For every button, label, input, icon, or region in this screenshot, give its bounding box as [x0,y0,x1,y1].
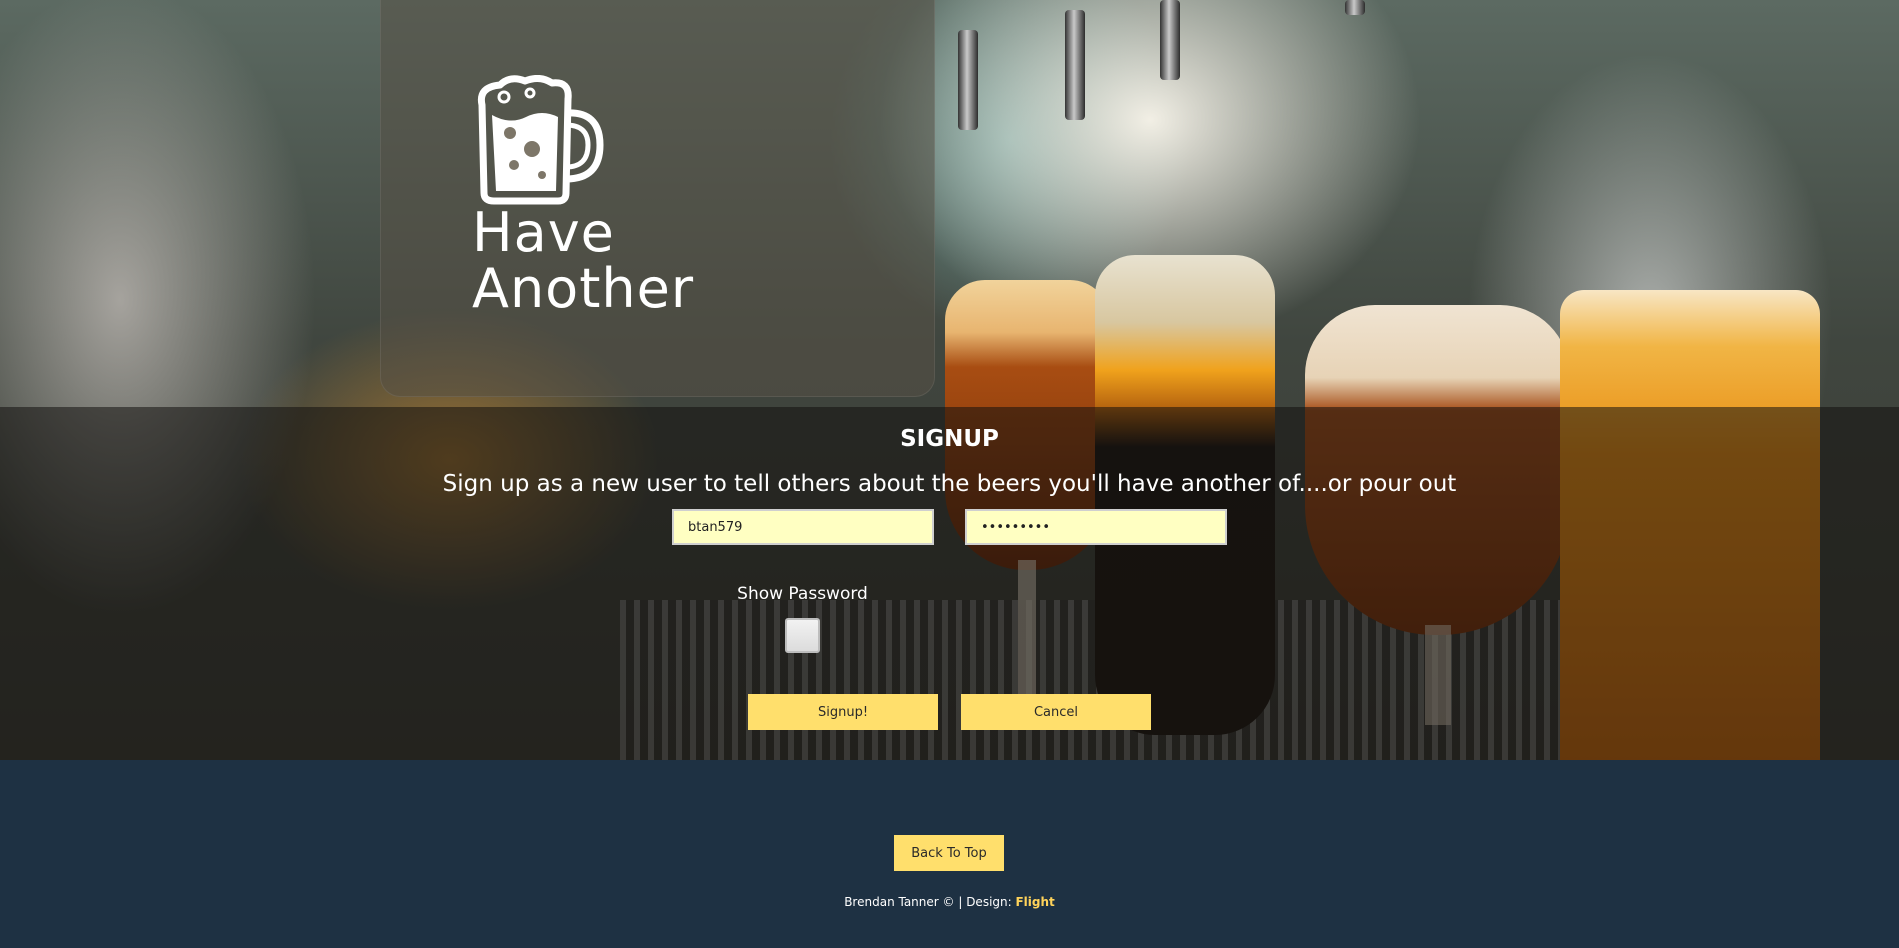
credit-text: Brendan Tanner © | Design: [844,895,1016,909]
back-to-top-button[interactable]: Back To Top [894,835,1004,871]
signup-subtitle: Sign up as a new user to tell others abo… [442,471,1457,497]
logo-panel [380,0,935,397]
beer-tap [958,30,978,130]
logo-line-2: Another [472,257,695,320]
logo-wordmark: Have Another [472,205,792,317]
cancel-button[interactable]: Cancel [961,694,1151,730]
logo-line-1: Have [472,201,615,264]
beer-tap [1065,10,1085,120]
design-credit-link[interactable]: Flight [1015,895,1054,909]
show-password-checkbox[interactable] [785,618,820,653]
beer-mug-icon [477,75,604,205]
show-password-label: Show Password [737,584,868,604]
signup-title: SIGNUP [900,426,999,452]
beer-tap [1345,0,1365,15]
beer-tap [1160,0,1180,80]
password-field[interactable] [965,509,1227,545]
username-field[interactable] [672,509,934,545]
signup-button[interactable]: Signup! [748,694,938,730]
footer-credit: Brendan Tanner © | Design: Flight [0,895,1899,909]
